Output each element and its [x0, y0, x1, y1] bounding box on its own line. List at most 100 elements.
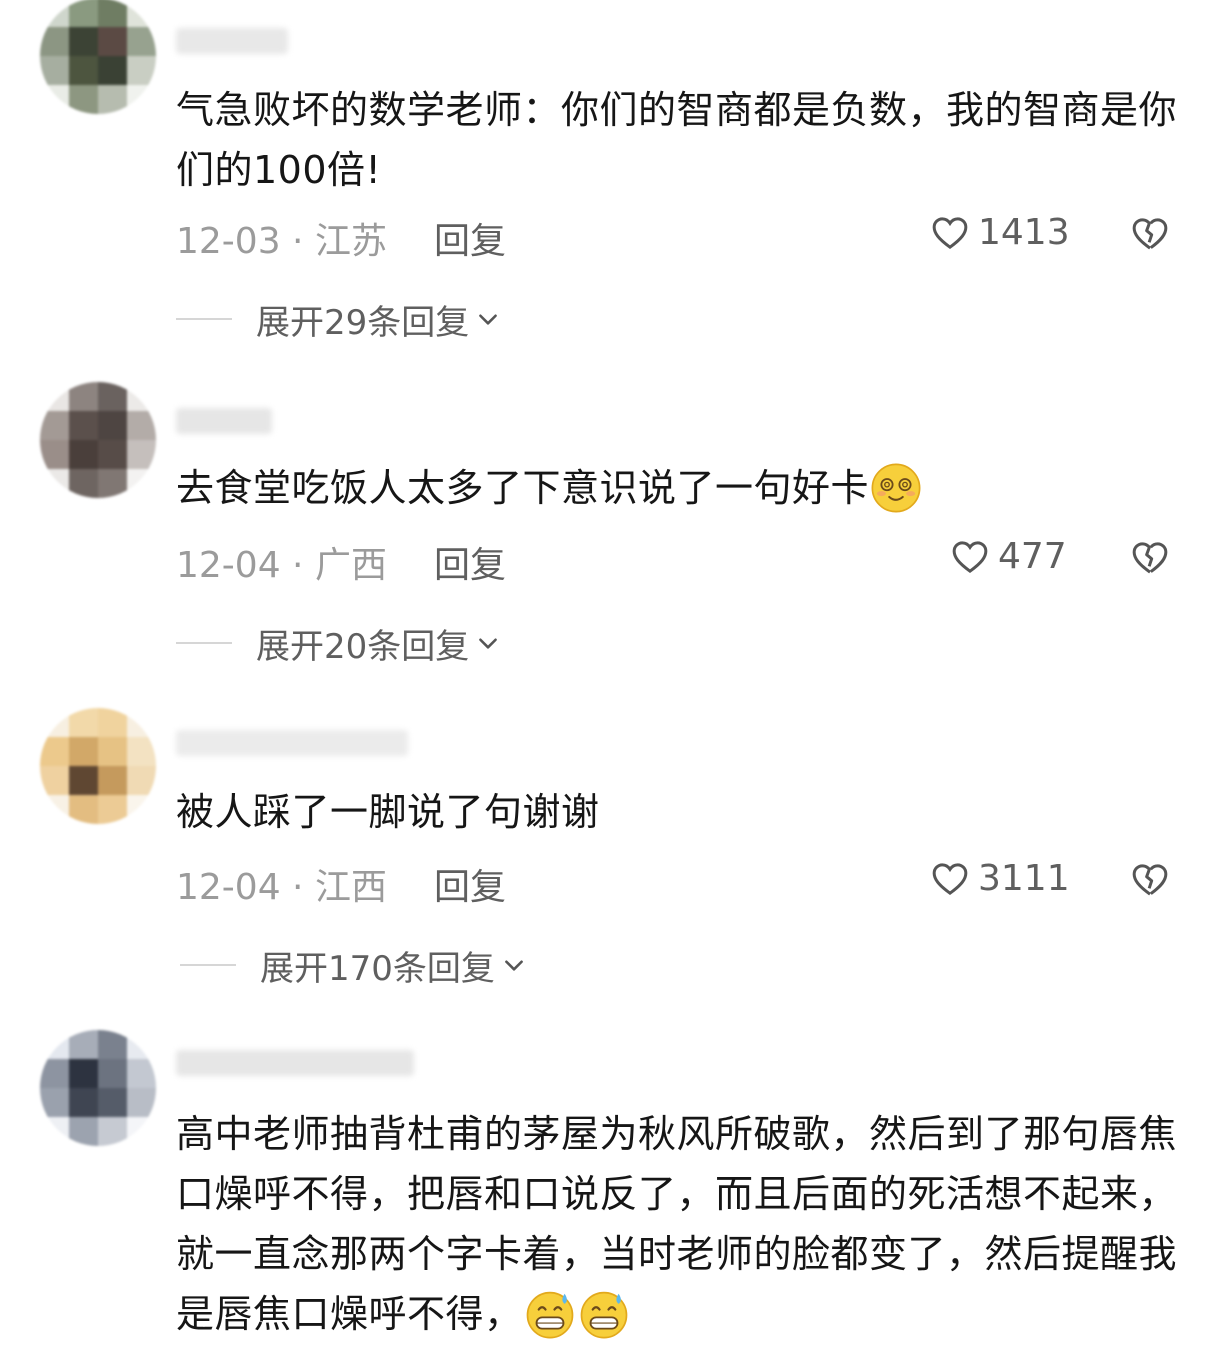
- avatar-pixel: [98, 1117, 127, 1146]
- avatar-pixel: [98, 1030, 127, 1059]
- avatar-pixel: [98, 795, 127, 824]
- expand-replies-button[interactable]: 展开29条回复: [176, 294, 501, 344]
- broken-heart-icon[interactable]: [1130, 538, 1170, 578]
- divider-line: [180, 964, 236, 966]
- comment-meta: 12-04 · 江西 回复 3111: [176, 858, 1186, 908]
- reply-button[interactable]: 回复: [434, 858, 506, 910]
- reply-button[interactable]: 回复: [434, 212, 506, 264]
- avatar-pixel: [40, 469, 69, 498]
- broken-heart-icon[interactable]: [1130, 214, 1170, 254]
- avatar-pixel: [40, 440, 69, 469]
- avatar-pixel: [69, 1088, 98, 1117]
- divider-line: [176, 642, 232, 644]
- like-button[interactable]: 3111: [930, 858, 1070, 899]
- broken-heart-icon[interactable]: [1130, 860, 1170, 900]
- avatar-pixel: [98, 85, 127, 114]
- avatar-pixel: [40, 411, 69, 440]
- avatar-pixel: [127, 382, 156, 411]
- heart-icon: [952, 540, 988, 573]
- comment-text: 被人踩了一脚说了句谢谢: [176, 790, 600, 834]
- avatar-pixel: [40, 85, 69, 114]
- avatar-pixel: [98, 1088, 127, 1117]
- avatar-pixel: [98, 56, 127, 85]
- like-button[interactable]: 1413: [930, 212, 1070, 253]
- like-button[interactable]: 477: [950, 536, 1067, 577]
- comment-meta: 12-04 · 广西 回复 477: [176, 536, 1186, 586]
- avatar-pixel: [69, 1059, 98, 1088]
- avatar-pixel: [127, 440, 156, 469]
- avatar-pixel: [98, 766, 127, 795]
- avatar-pixel: [40, 1059, 69, 1088]
- username-blurred[interactable]: [176, 28, 288, 54]
- avatar-pixel: [69, 0, 98, 27]
- avatar-pixel: [40, 56, 69, 85]
- avatar-pixel: [127, 795, 156, 824]
- expand-replies-label: 展开170条回复: [260, 948, 495, 989]
- avatar-pixel: [40, 0, 69, 27]
- comment-text: 去食堂吃饭人太多了下意识说了一句好卡: [176, 458, 1186, 518]
- chevron-down-icon: [479, 314, 498, 325]
- username-blurred[interactable]: [176, 408, 272, 434]
- comment-text: 气急败坏的数学老师：你们的智商都是负数，我的智商是你们的100倍!: [176, 88, 1178, 192]
- avatar-pixel: [40, 708, 69, 737]
- avatar-pixel: [98, 0, 127, 27]
- avatar-pixel: [69, 737, 98, 766]
- like-count: 1413: [978, 212, 1070, 253]
- avatar-pixel: [98, 737, 127, 766]
- chevron-down-icon: [505, 960, 523, 971]
- avatar[interactable]: [40, 382, 156, 498]
- avatar[interactable]: [40, 708, 156, 824]
- avatar-pixel: [98, 440, 127, 469]
- avatar[interactable]: [40, 0, 156, 114]
- avatar-pixel: [40, 737, 69, 766]
- avatar-pixel: [40, 1088, 69, 1117]
- avatar-pixel: [40, 766, 69, 795]
- avatar-pixel: [69, 56, 98, 85]
- avatar-pixel: [40, 382, 69, 411]
- avatar-pixel: [127, 56, 156, 85]
- avatar-pixel: [98, 469, 127, 498]
- avatar-pixel: [69, 85, 98, 114]
- avatar-pixel: [40, 27, 69, 56]
- avatar[interactable]: [40, 1030, 156, 1146]
- grin-sweat-emoji: [580, 1291, 627, 1338]
- avatar-pixel: [127, 1030, 156, 1059]
- avatar-pixel: [127, 1088, 156, 1117]
- expand-replies-button[interactable]: 展开170条回复: [180, 940, 527, 990]
- avatar-pixel: [98, 411, 127, 440]
- avatar-pixel: [40, 1030, 69, 1059]
- avatar-pixel: [69, 708, 98, 737]
- divider-line: [176, 318, 232, 320]
- username-blurred[interactable]: [176, 730, 408, 756]
- avatar-pixel: [40, 795, 69, 824]
- like-count: 3111: [978, 858, 1070, 899]
- avatar-pixel: [69, 382, 98, 411]
- heart-icon: [932, 862, 968, 895]
- avatar-pixel: [69, 469, 98, 498]
- expand-replies-button[interactable]: 展开20条回复: [176, 618, 501, 668]
- comment-date-location: 12-04 · 江西: [176, 867, 387, 908]
- avatar-pixel: [127, 1117, 156, 1146]
- avatar-pixel: [69, 1117, 98, 1146]
- comment-meta: 12-03 · 江苏 回复 1413: [176, 212, 1186, 262]
- avatar-pixel: [127, 766, 156, 795]
- heart-icon: [932, 216, 968, 249]
- expand-replies-label: 展开29条回复: [256, 302, 470, 343]
- avatar-pixel: [127, 27, 156, 56]
- avatar-pixel: [98, 382, 127, 411]
- like-count: 477: [998, 536, 1067, 577]
- avatar-pixel: [98, 27, 127, 56]
- username-blurred[interactable]: [176, 1050, 414, 1076]
- avatar-pixel: [98, 708, 127, 737]
- avatar-pixel: [69, 27, 98, 56]
- avatar-pixel: [98, 1059, 127, 1088]
- avatar-pixel: [69, 411, 98, 440]
- comment-date-location: 12-03 · 江苏: [176, 221, 387, 262]
- avatar-pixel: [40, 1117, 69, 1146]
- dizzy-smile-emoji: [871, 463, 921, 512]
- avatar-pixel: [127, 737, 156, 766]
- avatar-pixel: [127, 708, 156, 737]
- avatar-pixel: [127, 85, 156, 114]
- reply-button[interactable]: 回复: [434, 536, 506, 588]
- avatar-pixel: [127, 0, 156, 27]
